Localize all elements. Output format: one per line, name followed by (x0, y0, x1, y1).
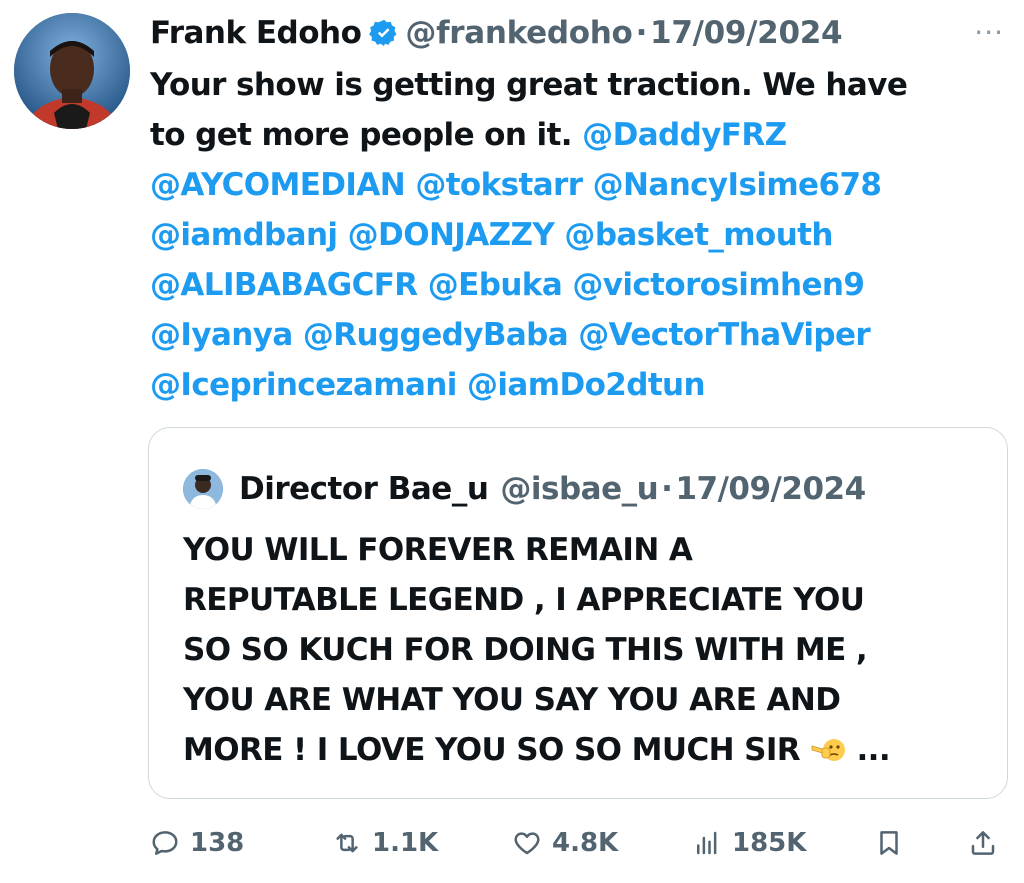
tweet-text-line: @ALIBABAGCFR @Ebuka @victorosimhen9 (150, 260, 1010, 310)
bookmark-icon (880, 831, 898, 855)
mention-link[interactable]: @VectorThaViper (578, 317, 870, 353)
mention-link[interactable]: @DaddyFRZ (582, 117, 787, 153)
quoted-text-line-last: MORE ! I LOVE YOU SO SO MUCH SIR ... (183, 725, 983, 775)
mention-link[interactable]: @tokstarr (415, 167, 583, 203)
mention-link[interactable]: @iamDo2dtun (467, 367, 706, 403)
repost-icon (336, 833, 358, 853)
quoted-text-line: SO SO KUCH FOR DOING THIS WITH ME , (183, 632, 868, 668)
quoted-text-line: REPUTABLE LEGEND , I APPRECIATE YOU (183, 582, 865, 618)
tweet-text-line: @Iceprincezamani @iamDo2dtun (150, 360, 1010, 410)
tweet-date[interactable]: 17/09/2024 (650, 10, 843, 56)
mention-link[interactable]: @basket_mouth (564, 217, 833, 253)
quoted-separator-dot: · (661, 471, 673, 507)
separator-dot: · (635, 15, 648, 51)
like-count: 4.8K (552, 828, 619, 858)
mention-link[interactable]: @RuggedyBaba (303, 317, 569, 353)
tweet-text-segment (568, 317, 578, 353)
quoted-tweet[interactable]: Director Bae_u @isbae_u · 17/09/2024 YOU… (148, 427, 1008, 799)
tweet-text-segment (554, 217, 564, 253)
tweet-text: Your show is getting great traction. We … (150, 60, 1010, 410)
tweet-text-segment (562, 267, 572, 303)
verified-badge-icon (369, 19, 397, 47)
tweet-text-segment (457, 367, 467, 403)
tweet-text-segment (418, 267, 428, 303)
quoted-avatar-photo (183, 469, 223, 509)
tweet-text-line: @AYCOMEDIAN @tokstarr @NancyIsime678 (150, 160, 1010, 210)
repost-button[interactable]: 1.1K (332, 820, 438, 866)
repost-count: 1.1K (372, 828, 439, 858)
views-chart-icon (697, 831, 717, 855)
like-button[interactable]: 4.8K (512, 820, 618, 866)
views-count: 185K (732, 828, 807, 858)
more-options-icon[interactable]: ··· (974, 10, 1004, 56)
quoted-tweet-header: Director Bae_u @isbae_u · 17/09/2024 (183, 466, 866, 512)
author-handle[interactable]: @frankedoho (405, 10, 632, 56)
tweet-text-line: @iamdbanj @DONJAZZY @basket_mouth (150, 210, 1010, 260)
pointing-finger-emoji-icon (811, 739, 846, 761)
share-icon (971, 831, 995, 855)
quoted-text-line: YOU WILL FOREVER REMAIN A (183, 532, 693, 568)
quoted-text-line: MORE ! I LOVE YOU SO SO MUCH SIR (183, 732, 801, 768)
tweet-text-line: Your show is getting great traction. We … (150, 60, 1010, 110)
mention-link[interactable]: @Iyanya (150, 317, 293, 353)
author-avatar[interactable] (14, 13, 130, 129)
tweet-text-segment (582, 167, 592, 203)
truncation-ellipsis: ... (856, 732, 891, 768)
mention-link[interactable]: @Ebuka (428, 267, 563, 303)
quoted-author-avatar[interactable] (183, 469, 223, 509)
tweet-text-segment: Your show is getting great traction. We … (150, 67, 908, 103)
mention-link[interactable]: @DONJAZZY (348, 217, 555, 253)
tweet-text-segment: to get more people on it. (150, 117, 583, 153)
quoted-author-handle[interactable]: @isbae_u (500, 471, 658, 507)
tweet-text-segment (337, 217, 347, 253)
quoted-author-name[interactable]: Director Bae_u (239, 471, 489, 507)
mention-link[interactable]: @Iceprincezamani (150, 367, 457, 403)
reply-icon (152, 831, 178, 855)
quoted-text-line: YOU ARE WHAT YOU SAY YOU ARE AND (183, 682, 841, 718)
bookmark-button[interactable] (874, 820, 904, 866)
tweet-text-line: to get more people on it. @DaddyFRZ (150, 110, 1010, 160)
reply-count: 138 (190, 828, 245, 858)
heart-icon (514, 832, 540, 855)
share-button[interactable] (968, 820, 998, 866)
mention-link[interactable]: @AYCOMEDIAN (150, 167, 406, 203)
tweet-text-segment (293, 317, 303, 353)
tweet-header: Frank Edoho @frankedoho · 17/09/2024 ··· (150, 10, 1010, 56)
action-bar: 138 1.1K 4.8K 185K (150, 820, 1010, 866)
views-button[interactable]: 185K (692, 820, 806, 866)
avatar-photo (14, 13, 130, 129)
author-name[interactable]: Frank Edoho (150, 10, 362, 56)
mention-link[interactable]: @NancyIsime678 (593, 167, 882, 203)
mention-link[interactable]: @iamdbanj (150, 217, 338, 253)
quoted-tweet-text: YOU WILL FOREVER REMAIN A REPUTABLE LEGE… (183, 525, 983, 775)
quoted-date[interactable]: 17/09/2024 (675, 471, 866, 507)
reply-button[interactable]: 138 (150, 820, 244, 866)
tweet-text-segment (405, 167, 415, 203)
tweet-text-line: @Iyanya @RuggedyBaba @VectorThaViper (150, 310, 1010, 360)
mention-link[interactable]: @victorosimhen9 (572, 267, 865, 303)
mention-link[interactable]: @ALIBABAGCFR (150, 267, 418, 303)
